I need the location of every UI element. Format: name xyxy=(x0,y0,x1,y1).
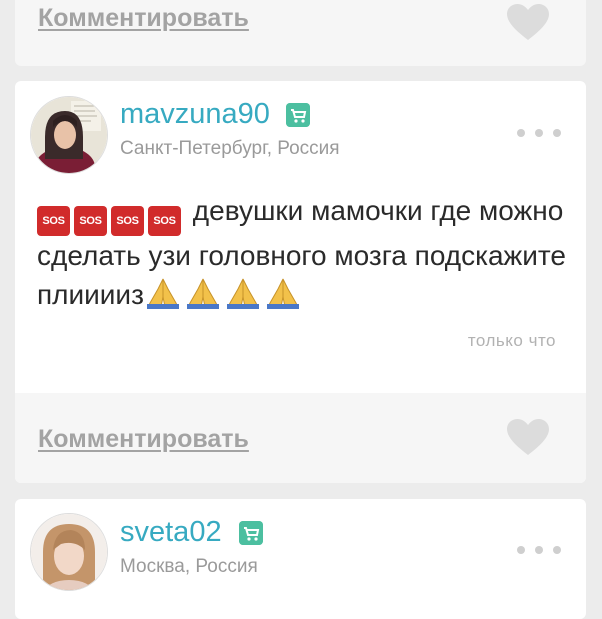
stroller-badge-icon xyxy=(286,103,310,127)
previous-post-card: Комментировать xyxy=(15,0,586,66)
post-card: mavzuna90 Санкт-Петербург, Россия SOS SOS… xyxy=(15,81,586,483)
more-dots-icon[interactable] xyxy=(517,129,561,137)
sos-emoji: SOS xyxy=(74,206,107,236)
heart-icon[interactable] xyxy=(505,2,551,42)
sos-emoji: SOS xyxy=(37,206,70,236)
sos-emoji: SOS xyxy=(148,206,181,236)
sos-emoji: SOS xyxy=(111,206,144,236)
folded-hands-emoji xyxy=(144,277,302,319)
avatar[interactable] xyxy=(30,96,108,174)
comment-link[interactable]: Комментировать xyxy=(38,4,249,33)
username[interactable]: sveta02 xyxy=(120,518,222,547)
comment-link[interactable]: Комментировать xyxy=(38,425,249,454)
location: Москва, Россия xyxy=(120,556,258,577)
location: Санкт-Петербург, Россия xyxy=(120,138,340,159)
timestamp: только что xyxy=(467,331,556,350)
more-dots-icon[interactable] xyxy=(517,546,561,554)
stroller-badge-icon xyxy=(239,521,263,545)
next-post-card: sveta02 Москва, Россия xyxy=(15,499,586,619)
username[interactable]: mavzuna90 xyxy=(120,100,270,129)
avatar[interactable] xyxy=(30,513,108,591)
heart-icon[interactable] xyxy=(505,417,551,457)
post-footer: Комментировать xyxy=(15,393,586,483)
post-text: SOS SOS SOS SOS девушки мамочки где можно с… xyxy=(37,191,572,319)
